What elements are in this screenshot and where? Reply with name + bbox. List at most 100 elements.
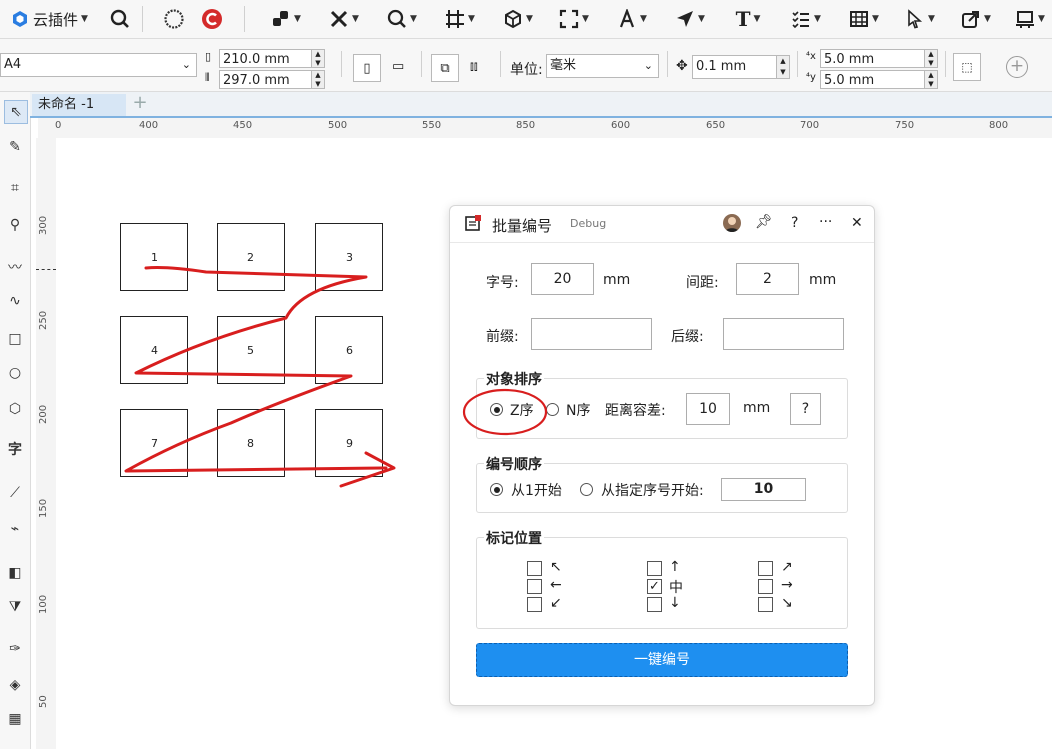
frame-icon[interactable]: ▼ <box>1008 4 1052 34</box>
tolerance-unit: mm <box>743 400 771 416</box>
mark-top-checkbox[interactable] <box>647 561 662 576</box>
text-tool-icon[interactable]: 字 <box>4 438 26 460</box>
eyedropper-tool-icon[interactable]: ✑ <box>4 638 26 660</box>
nudge-spinner[interactable]: ▲ ▼ <box>776 56 789 78</box>
crop-tool-icon[interactable]: ⌗ <box>4 177 26 199</box>
more-button[interactable]: ··· <box>819 214 832 230</box>
page-size-select[interactable]: A4 ⌄ <box>0 53 197 77</box>
freehand-tool-icon[interactable]: 〰 <box>4 256 26 278</box>
avatar[interactable] <box>723 214 741 232</box>
shape-tool-icon[interactable]: ✎ <box>4 136 26 158</box>
plugin-menu[interactable]: 云插件 ▼ <box>4 4 96 34</box>
one-click-number-button[interactable]: 一键编号 <box>476 643 848 677</box>
spacing-unit: mm <box>809 272 837 288</box>
close-button[interactable]: ✕ <box>851 215 863 231</box>
mark-center-checkbox[interactable]: ✓ <box>647 579 662 594</box>
pointer-icon[interactable]: ▼ <box>898 4 942 34</box>
search-icon[interactable] <box>106 4 134 34</box>
landscape-button[interactable]: ▭ <box>392 59 404 74</box>
treat-as-filled-button[interactable]: ⬚ <box>953 53 981 81</box>
add-circle-icon[interactable]: + <box>1006 56 1028 78</box>
dup-y-spinner[interactable]: ▲ ▼ <box>924 71 937 88</box>
fill-tool-icon[interactable]: ◈ <box>4 674 26 696</box>
dimension-tool-icon[interactable]: ⟋ <box>4 482 26 504</box>
start-number-input[interactable]: 10 <box>721 478 806 501</box>
pin-icon[interactable]: 📌︎ <box>755 214 773 230</box>
ruler-label: 100 <box>38 594 49 614</box>
connector-tool-icon[interactable]: ⌁ <box>4 518 26 540</box>
units-value: 毫米 <box>550 58 577 73</box>
page-width-input[interactable]: 210.0 mm ▲ ▼ <box>219 49 325 68</box>
expand-icon[interactable]: ▼ <box>552 4 596 34</box>
list-icon[interactable]: ▼ <box>784 4 828 34</box>
ruler-label: 650 <box>706 120 726 131</box>
document-tab[interactable]: 未命名 -1 <box>32 94 126 116</box>
arrow-up-right-icon: ↗ <box>781 559 793 575</box>
nudge-input[interactable]: 0.1 mm ▲ ▼ <box>692 55 790 79</box>
all-pages-button[interactable]: ⧉ <box>431 54 459 82</box>
spacing-input[interactable]: 2 <box>736 263 799 295</box>
table-icon[interactable]: ▼ <box>842 4 886 34</box>
mark-bottom-left-checkbox[interactable] <box>527 597 542 612</box>
from-one-radio[interactable] <box>490 483 503 496</box>
pick-tool-icon[interactable]: ⇖ <box>4 100 28 124</box>
artistic-media-icon[interactable]: ∿ <box>4 290 26 312</box>
square-arrow-icon[interactable]: ▼ <box>954 4 998 34</box>
polygon-tool-icon[interactable]: ⬡ <box>4 398 26 420</box>
tolerance-input[interactable]: 10 <box>686 393 730 425</box>
portrait-button[interactable]: ▯ <box>353 54 381 82</box>
send-icon[interactable]: ▼ <box>668 4 712 34</box>
smart-fill-icon[interactable]: ▦ <box>4 708 26 730</box>
current-page-button[interactable]: ⫾⫾ <box>470 59 478 74</box>
ellipse-tool-icon[interactable]: ○ <box>4 362 26 384</box>
from-given-label: 从指定序号开始: <box>601 483 704 499</box>
cube-icon[interactable]: ▼ <box>496 4 540 34</box>
spacing-value: 2 <box>763 271 772 287</box>
grid-icon[interactable]: ▼ <box>438 4 482 34</box>
mark-top-left-checkbox[interactable] <box>527 561 542 576</box>
shadow-tool-icon[interactable]: ◧ <box>4 562 26 584</box>
cross-icon[interactable]: ▼ <box>322 4 366 34</box>
transparency-tool-icon[interactable]: ⧩ <box>4 596 26 618</box>
tolerance-help-button[interactable]: ? <box>790 393 821 425</box>
nudge-icon: ✥ <box>676 58 688 74</box>
circle-icon[interactable] <box>160 4 188 34</box>
help-button[interactable]: ? <box>791 215 798 231</box>
prefix-input[interactable] <box>531 318 652 350</box>
from-given-radio[interactable] <box>580 483 593 496</box>
add-tab-button[interactable]: + <box>130 92 150 114</box>
dup-x-spinner[interactable]: ▲ ▼ <box>924 50 937 67</box>
mark-right-checkbox[interactable] <box>758 579 773 594</box>
zoom-tool-icon[interactable]: ⚲ <box>4 214 26 236</box>
width-spinner[interactable]: ▲ ▼ <box>311 50 324 67</box>
page-height-value: 297.0 mm <box>223 73 290 88</box>
duplicate-y-input[interactable]: 5.0 mm ▲ ▼ <box>820 70 938 89</box>
duplicate-x-input[interactable]: 5.0 mm ▲ ▼ <box>820 49 938 68</box>
ruler-label: 700 <box>800 120 820 131</box>
units-select[interactable]: 毫米 ⌄ <box>546 54 659 78</box>
document-tabbar: 未命名 -1 + <box>30 92 1052 118</box>
suffix-input[interactable] <box>723 318 844 350</box>
mark-bottom-right-checkbox[interactable] <box>758 597 773 612</box>
mark-left-checkbox[interactable] <box>527 579 542 594</box>
transform-icon[interactable]: ▼ <box>264 4 308 34</box>
font-size-input[interactable]: 20 <box>531 263 594 295</box>
pages-icon: ⧉ <box>440 60 450 76</box>
a-icon[interactable]: ▼ <box>610 4 654 34</box>
page-size-value: A4 <box>4 57 22 72</box>
height-spinner[interactable]: ▲ ▼ <box>311 71 324 88</box>
rectangle-tool-icon[interactable]: □ <box>4 328 26 350</box>
mark-top-right-checkbox[interactable] <box>758 561 773 576</box>
vertical-ruler[interactable]: 300 250 200 150 100 50 <box>36 138 57 749</box>
portrait-icon: ▯ <box>363 60 371 76</box>
portrait-width-icon: ▯ <box>205 50 212 63</box>
horizontal-ruler[interactable]: 0 400 450 500 550 600 650 700 750 800 85… <box>38 118 1052 139</box>
text-icon[interactable]: T ▼ <box>726 4 770 34</box>
page-height-input[interactable]: 297.0 mm ▲ ▼ <box>219 70 325 89</box>
zoom-icon[interactable]: ▼ <box>380 4 424 34</box>
c-logo-icon[interactable] <box>198 4 226 34</box>
debug-label: Debug <box>570 217 607 230</box>
spacing-label: 间距: <box>686 275 719 291</box>
duplicate-x-value: 5.0 mm <box>824 52 875 67</box>
mark-bottom-checkbox[interactable] <box>647 597 662 612</box>
